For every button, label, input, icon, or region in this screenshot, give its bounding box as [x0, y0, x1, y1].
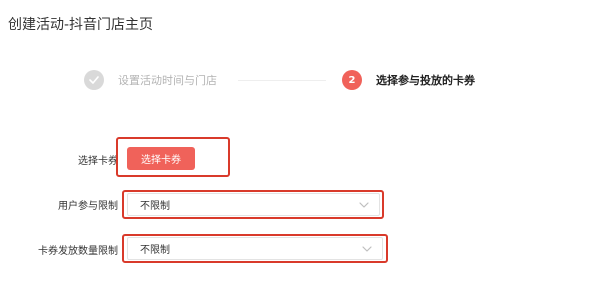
user-limit-label: 用户参与限制: [58, 201, 118, 212]
coupon-quantity-limit-label: 卡券发放数量限制: [38, 246, 118, 257]
step-connector: [238, 80, 326, 81]
user-limit-value: 不限制: [140, 201, 170, 212]
chevron-down-icon: [362, 245, 372, 252]
select-coupon-button[interactable]: 选择卡券: [127, 147, 195, 170]
page-title: 创建活动-抖音门店主页: [8, 17, 154, 33]
chevron-down-icon: [359, 201, 369, 208]
step-1-label: 设置活动时间与门店: [118, 74, 217, 87]
step-2: 2 选择参与投放的卡券: [342, 70, 475, 90]
coupon-label: 选择卡券: [78, 156, 118, 167]
coupon-quantity-limit-value: 不限制: [140, 245, 170, 256]
coupon-quantity-limit-select[interactable]: 不限制: [127, 237, 383, 260]
check-icon: [84, 70, 104, 90]
step-2-number: 2: [342, 70, 362, 90]
step-1: 设置活动时间与门店: [84, 70, 217, 90]
step-2-label: 选择参与投放的卡券: [376, 74, 475, 87]
user-limit-select[interactable]: 不限制: [127, 193, 380, 216]
